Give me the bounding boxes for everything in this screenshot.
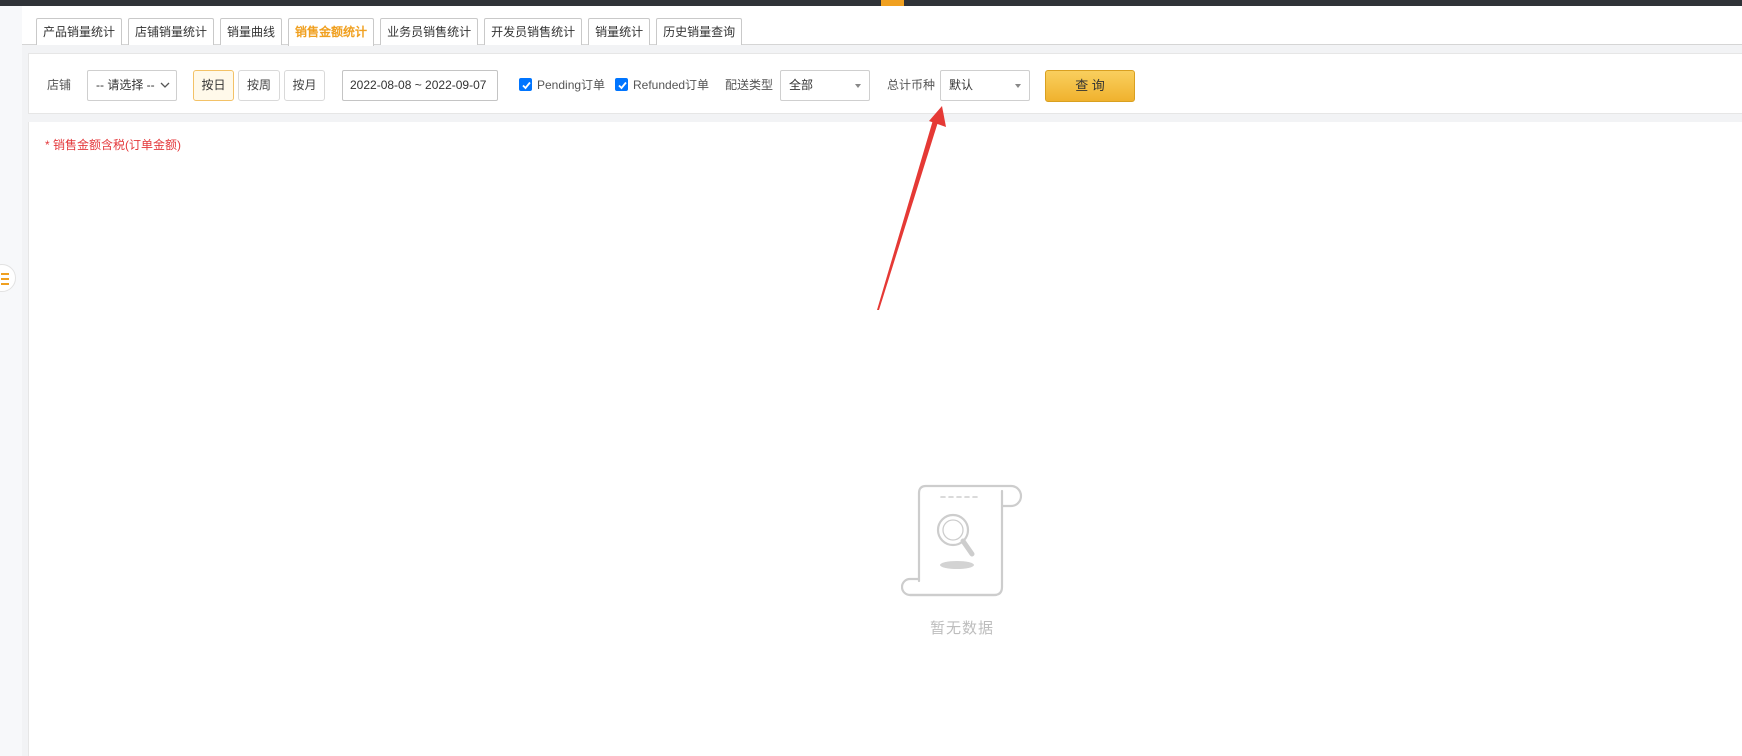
shipping-type-select[interactable]: 全部: [780, 70, 870, 101]
shop-label: 店铺: [47, 78, 72, 92]
refunded-orders-checkbox[interactable]: Refunded订单: [615, 75, 709, 93]
dropdown-arrow-icon: [1015, 84, 1021, 88]
tab-sales-amount[interactable]: 销售金额统计: [288, 18, 375, 46]
refunded-checkbox-label: Refunded订单: [633, 77, 710, 92]
pending-orders-checkbox[interactable]: Pending订单: [519, 75, 605, 93]
check-icon: [522, 81, 531, 89]
filter-panel: 店铺 -- 请选择 -- 按日 按周 按月 2022-08-08 ~ 2022-…: [28, 53, 1742, 114]
tab-shop-sales[interactable]: 店铺销量统计: [128, 18, 215, 45]
shop-select[interactable]: -- 请选择 --: [87, 70, 177, 101]
empty-state-text: 暂无数据: [929, 620, 994, 637]
pending-checkbox-label: Pending订单: [537, 77, 606, 92]
currency-select[interactable]: 默认: [940, 70, 1030, 101]
currency-label: 总计币种: [887, 78, 936, 92]
empty-state: 暂无数据: [862, 483, 1062, 638]
period-week-button[interactable]: 按周: [238, 70, 280, 101]
date-range-input[interactable]: 2022-08-08 ~ 2022-09-07: [342, 70, 498, 101]
results-panel: * 销售金额含税(订单金额) 暂无数据: [28, 122, 1742, 756]
shop-select-value: -- 请选择 --: [96, 78, 155, 92]
check-icon: [618, 81, 627, 89]
top-bar-active-marker: [881, 0, 904, 6]
period-day-button[interactable]: 按日: [193, 70, 234, 101]
report-tabs: 产品销量统计 店铺销量统计 销量曲线 销售金额统计 业务员销售统计 开发员销售统…: [36, 18, 743, 46]
tab-salesperson-sales[interactable]: 业务员销售统计: [380, 18, 479, 45]
refunded-checkbox-box[interactable]: [615, 77, 628, 91]
tab-sales-curve[interactable]: 销量曲线: [220, 18, 283, 45]
dropdown-arrow-icon: [855, 84, 861, 88]
query-button[interactable]: 查 询: [1045, 70, 1135, 102]
tab-developer-sales[interactable]: 开发员销售统计: [484, 18, 583, 45]
tab-sales-volume[interactable]: 销量统计: [588, 18, 651, 45]
top-bar: [0, 0, 1742, 6]
currency-value: 默认: [949, 78, 974, 92]
empty-document-search-icon: [901, 484, 1023, 597]
tab-history-query[interactable]: 历史销量查询: [656, 18, 743, 45]
tab-product-sales[interactable]: 产品销量统计: [36, 18, 123, 45]
tax-notice: * 销售金额含税(订单金额): [45, 138, 181, 152]
period-month-button[interactable]: 按月: [284, 70, 325, 101]
chevron-down-icon: [160, 82, 170, 88]
shipping-type-value: 全部: [789, 78, 814, 92]
left-gutter: [0, 6, 22, 756]
shipping-type-label: 配送类型: [725, 78, 774, 92]
pending-checkbox-box[interactable]: [519, 77, 532, 91]
